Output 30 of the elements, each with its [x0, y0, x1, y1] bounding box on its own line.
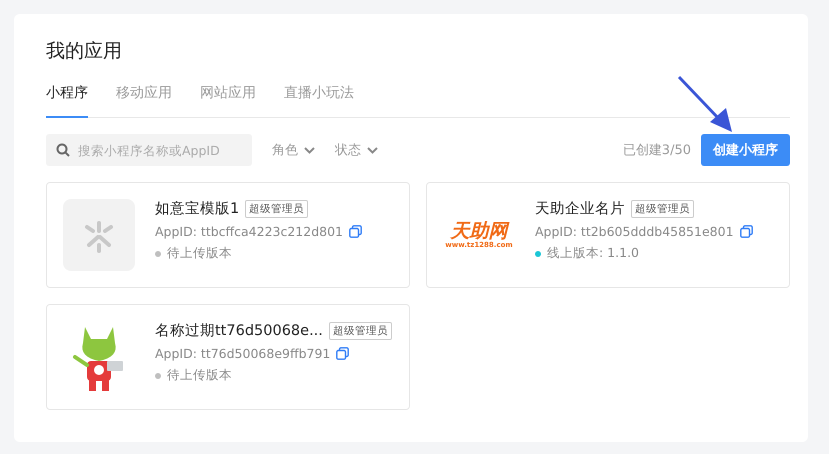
role-tag: 超级管理员	[245, 200, 308, 218]
status-text: 待上传版本	[167, 367, 232, 384]
tab[interactable]: 移动应用	[116, 84, 172, 118]
app-id: AppID: tt2b605dddb45851e801	[535, 224, 734, 239]
tab[interactable]: 网站应用	[200, 84, 256, 118]
app-name: 天助企业名片	[535, 200, 625, 218]
role-tag: 超级管理员	[328, 322, 392, 340]
filter-dropdown[interactable]: 角色	[272, 141, 315, 159]
app-name: 如意宝模版1	[155, 200, 240, 218]
status-text: 线上版本: 1.1.0	[547, 245, 639, 262]
created-count: 已创建3/50	[622, 142, 691, 159]
copy-icon[interactable]	[740, 225, 753, 238]
search-field[interactable]: 搜索小程序名称或AppID	[46, 134, 252, 166]
app-placeholder-icon	[63, 199, 135, 271]
filter-dropdown[interactable]: 状态	[335, 141, 378, 159]
app-id: AppID: tt76d50068e9ffb791	[155, 346, 330, 361]
app-card[interactable]: 名称过期tt76d50068e... 超级管理员 AppID: tt76d50068e9ffb791 待上传版本	[46, 304, 410, 410]
copy-icon[interactable]	[336, 347, 350, 360]
role-tag: 超级管理员	[631, 200, 694, 218]
create-button[interactable]: 创建小程序	[701, 134, 790, 166]
app-id: AppID: ttbcffca4223c212d801	[155, 224, 344, 239]
app-name: 名称过期tt76d50068e...	[155, 322, 323, 340]
chevron-down-icon	[367, 146, 378, 154]
app-card[interactable]: 如意宝模版1 超级管理员 AppID: ttbcffca4223c212d801 待上传版本	[46, 182, 410, 288]
tab[interactable]: 小程序	[46, 84, 88, 118]
copy-icon[interactable]	[349, 225, 362, 238]
tab[interactable]: 直播小玩法	[284, 84, 354, 118]
status-text: 待上传版本	[167, 245, 232, 262]
page-title: 我的应用	[46, 39, 123, 64]
chevron-down-icon	[304, 146, 315, 154]
